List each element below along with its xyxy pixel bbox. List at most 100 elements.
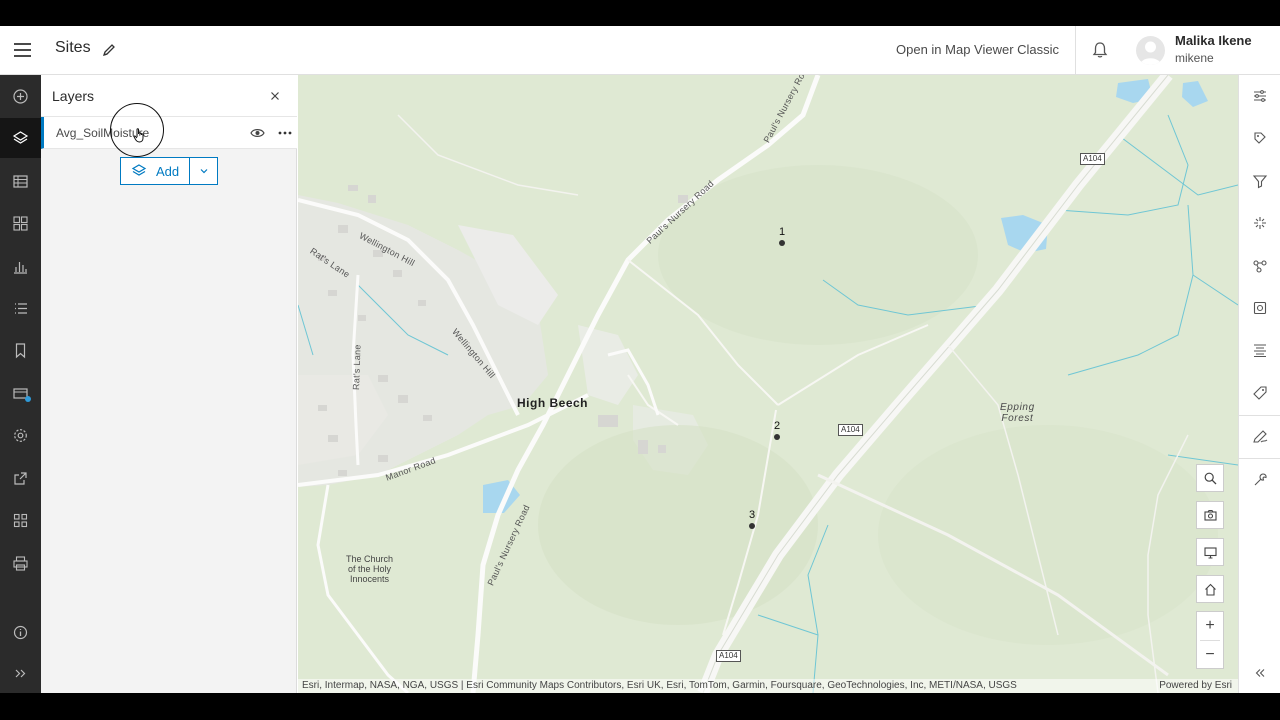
fields-button[interactable]	[1239, 288, 1280, 328]
add-layer-dropdown[interactable]	[190, 158, 217, 184]
info-icon	[13, 625, 28, 639]
share-icon	[14, 471, 27, 485]
fields-icon	[1253, 301, 1267, 315]
point-marker[interactable]	[774, 434, 780, 440]
sketch-icon	[1253, 430, 1268, 443]
bell-icon[interactable]	[1090, 40, 1110, 60]
app-header: Sites Open in Map Viewer Classic Malika …	[0, 26, 1280, 75]
bookmark-icon	[15, 342, 26, 358]
point-marker[interactable]	[779, 240, 785, 246]
expand-icon	[15, 669, 26, 677]
add-button[interactable]	[0, 76, 41, 116]
legend-icon	[15, 302, 27, 314]
effects-icon	[1254, 217, 1266, 229]
add-layer-split-button: Add	[120, 157, 219, 185]
map-properties-button[interactable]	[0, 373, 41, 413]
hamburger-menu-button[interactable]	[10, 38, 36, 62]
settings-toolbar	[1238, 75, 1280, 693]
info-button[interactable]	[0, 612, 41, 652]
sketch-button[interactable]	[1239, 417, 1280, 457]
layers-button[interactable]	[0, 118, 41, 158]
search-icon	[1204, 472, 1216, 484]
pencil-icon[interactable]	[101, 42, 117, 58]
layer-item[interactable]: Avg_SoilMoisture	[41, 117, 297, 149]
gear-icon	[14, 428, 27, 442]
zoom-in-button[interactable]: +	[1197, 612, 1223, 640]
configure-button[interactable]	[1239, 373, 1280, 413]
layers-icon	[12, 130, 29, 144]
pop-ups-icon	[1253, 260, 1267, 273]
add-icon	[13, 88, 28, 104]
map-fullscreen-button[interactable]	[1196, 538, 1224, 566]
layers-add-icon	[131, 164, 147, 176]
charts-button[interactable]	[0, 246, 41, 286]
map-home-button[interactable]	[1196, 575, 1224, 603]
styles-button[interactable]	[1239, 118, 1280, 158]
styles-icon	[1254, 132, 1266, 144]
map-attribution: Esri, Intermap, NASA, NGA, USGS | Esri C…	[298, 679, 1238, 693]
table-icon	[13, 174, 28, 188]
layers-panel: Layers Avg_SoilMoisture Add	[41, 75, 297, 693]
measure-button[interactable]	[1239, 460, 1280, 500]
pop-ups-button[interactable]	[1239, 246, 1280, 286]
collapse-button[interactable]	[1239, 653, 1280, 693]
notification-dot	[25, 396, 31, 402]
point-marker[interactable]	[749, 523, 755, 529]
print-icon	[13, 555, 28, 571]
properties-button[interactable]	[1239, 76, 1280, 116]
home-icon	[1204, 583, 1216, 596]
road-shield-a104: A104	[1080, 153, 1105, 165]
expand-button[interactable]	[0, 653, 41, 693]
powered-by-esri[interactable]: Powered by Esri	[1159, 680, 1232, 691]
apps-button[interactable]	[0, 500, 41, 540]
place-label-epping-forest: Epping Forest	[1000, 402, 1035, 424]
road-shield-a104: A104	[838, 424, 863, 436]
share-button[interactable]	[0, 458, 41, 498]
app-frame: Sites Open in Map Viewer Classic Malika …	[0, 26, 1280, 693]
map-view[interactable]: Paul's Nursery Road Paul's Nursery Road …	[298, 75, 1238, 693]
filter-button[interactable]	[1239, 161, 1280, 201]
place-label-high-beech: High Beech	[517, 396, 589, 410]
user-full-name: Malika Ikene	[1175, 33, 1252, 48]
basemap-graphic	[298, 75, 1238, 693]
zoom-out-button[interactable]: −	[1197, 641, 1223, 669]
monitor-icon	[1203, 546, 1217, 559]
header-divider	[1075, 26, 1076, 75]
user-login: mikene	[1175, 51, 1214, 65]
apps-icon	[13, 513, 28, 527]
place-label-church: The Church of the Holy Innocents	[346, 554, 394, 584]
eye-icon[interactable]	[250, 126, 265, 140]
panel-header: Layers	[41, 75, 297, 117]
basemap-button[interactable]	[0, 203, 41, 243]
print-button[interactable]	[0, 543, 41, 583]
user-silhouette-icon	[1140, 41, 1161, 65]
add-layer-button[interactable]: Add	[121, 158, 191, 184]
basemap-icon	[13, 215, 28, 231]
point-label: 3	[749, 509, 756, 521]
panel-title: Layers	[52, 88, 95, 104]
avatar[interactable]	[1136, 36, 1165, 65]
point-label: 2	[774, 420, 781, 432]
map-search-button[interactable]	[1196, 464, 1224, 492]
attribution-text: Esri, Intermap, NASA, NGA, USGS | Esri C…	[302, 680, 1017, 691]
map-title: Sites	[55, 39, 91, 56]
labels-icon	[1254, 344, 1266, 357]
road-label: Rat's Lane	[351, 344, 363, 391]
wrench-icon	[1254, 473, 1267, 486]
more-options-icon[interactable]	[277, 125, 293, 141]
map-snapshot-button[interactable]	[1196, 501, 1224, 529]
tables-button[interactable]	[0, 161, 41, 201]
open-map-viewer-classic-link[interactable]: Open in Map Viewer Classic	[896, 42, 1059, 57]
legend-button[interactable]	[0, 288, 41, 328]
zoom-controls: + −	[1196, 611, 1224, 669]
road-shield-a104: A104	[716, 650, 741, 662]
chevron-down-icon	[200, 169, 208, 174]
charts-icon	[14, 261, 27, 274]
settings-button[interactable]	[0, 415, 41, 455]
labels-button[interactable]	[1239, 330, 1280, 370]
properties-icon	[1254, 90, 1266, 102]
close-icon[interactable]	[267, 88, 283, 104]
tag-icon	[1253, 386, 1267, 400]
bookmarks-button[interactable]	[0, 330, 41, 370]
effects-button[interactable]	[1239, 203, 1280, 243]
